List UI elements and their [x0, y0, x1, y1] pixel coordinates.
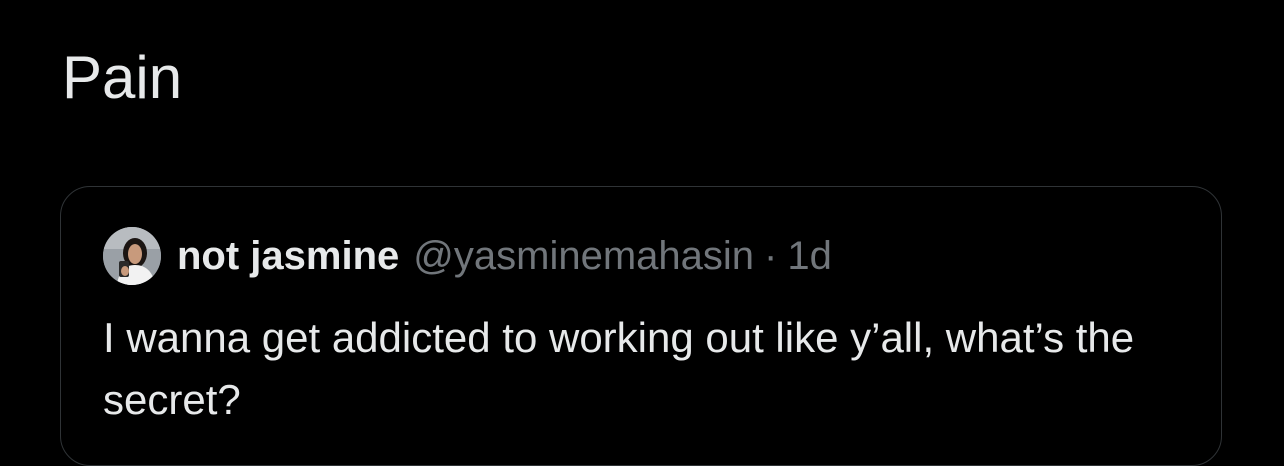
quoted-handle[interactable]: @yasminemahasin	[413, 234, 754, 279]
quoted-tweet-header: not jasmine @yasminemahasin · 1d	[103, 227, 832, 285]
profile-photo-icon	[103, 227, 161, 285]
avatar[interactable]	[103, 227, 161, 285]
quoted-tweet-text: I wanna get addicted to working out like…	[103, 314, 1135, 423]
tweet-text: Pain	[62, 44, 183, 111]
quoted-timestamp[interactable]: 1d	[787, 234, 832, 279]
quoted-tweet-card[interactable]: not jasmine @yasminemahasin · 1d I wanna…	[60, 186, 1222, 466]
header-separator: ·	[764, 233, 778, 278]
quoted-display-name[interactable]: not jasmine	[177, 234, 399, 279]
